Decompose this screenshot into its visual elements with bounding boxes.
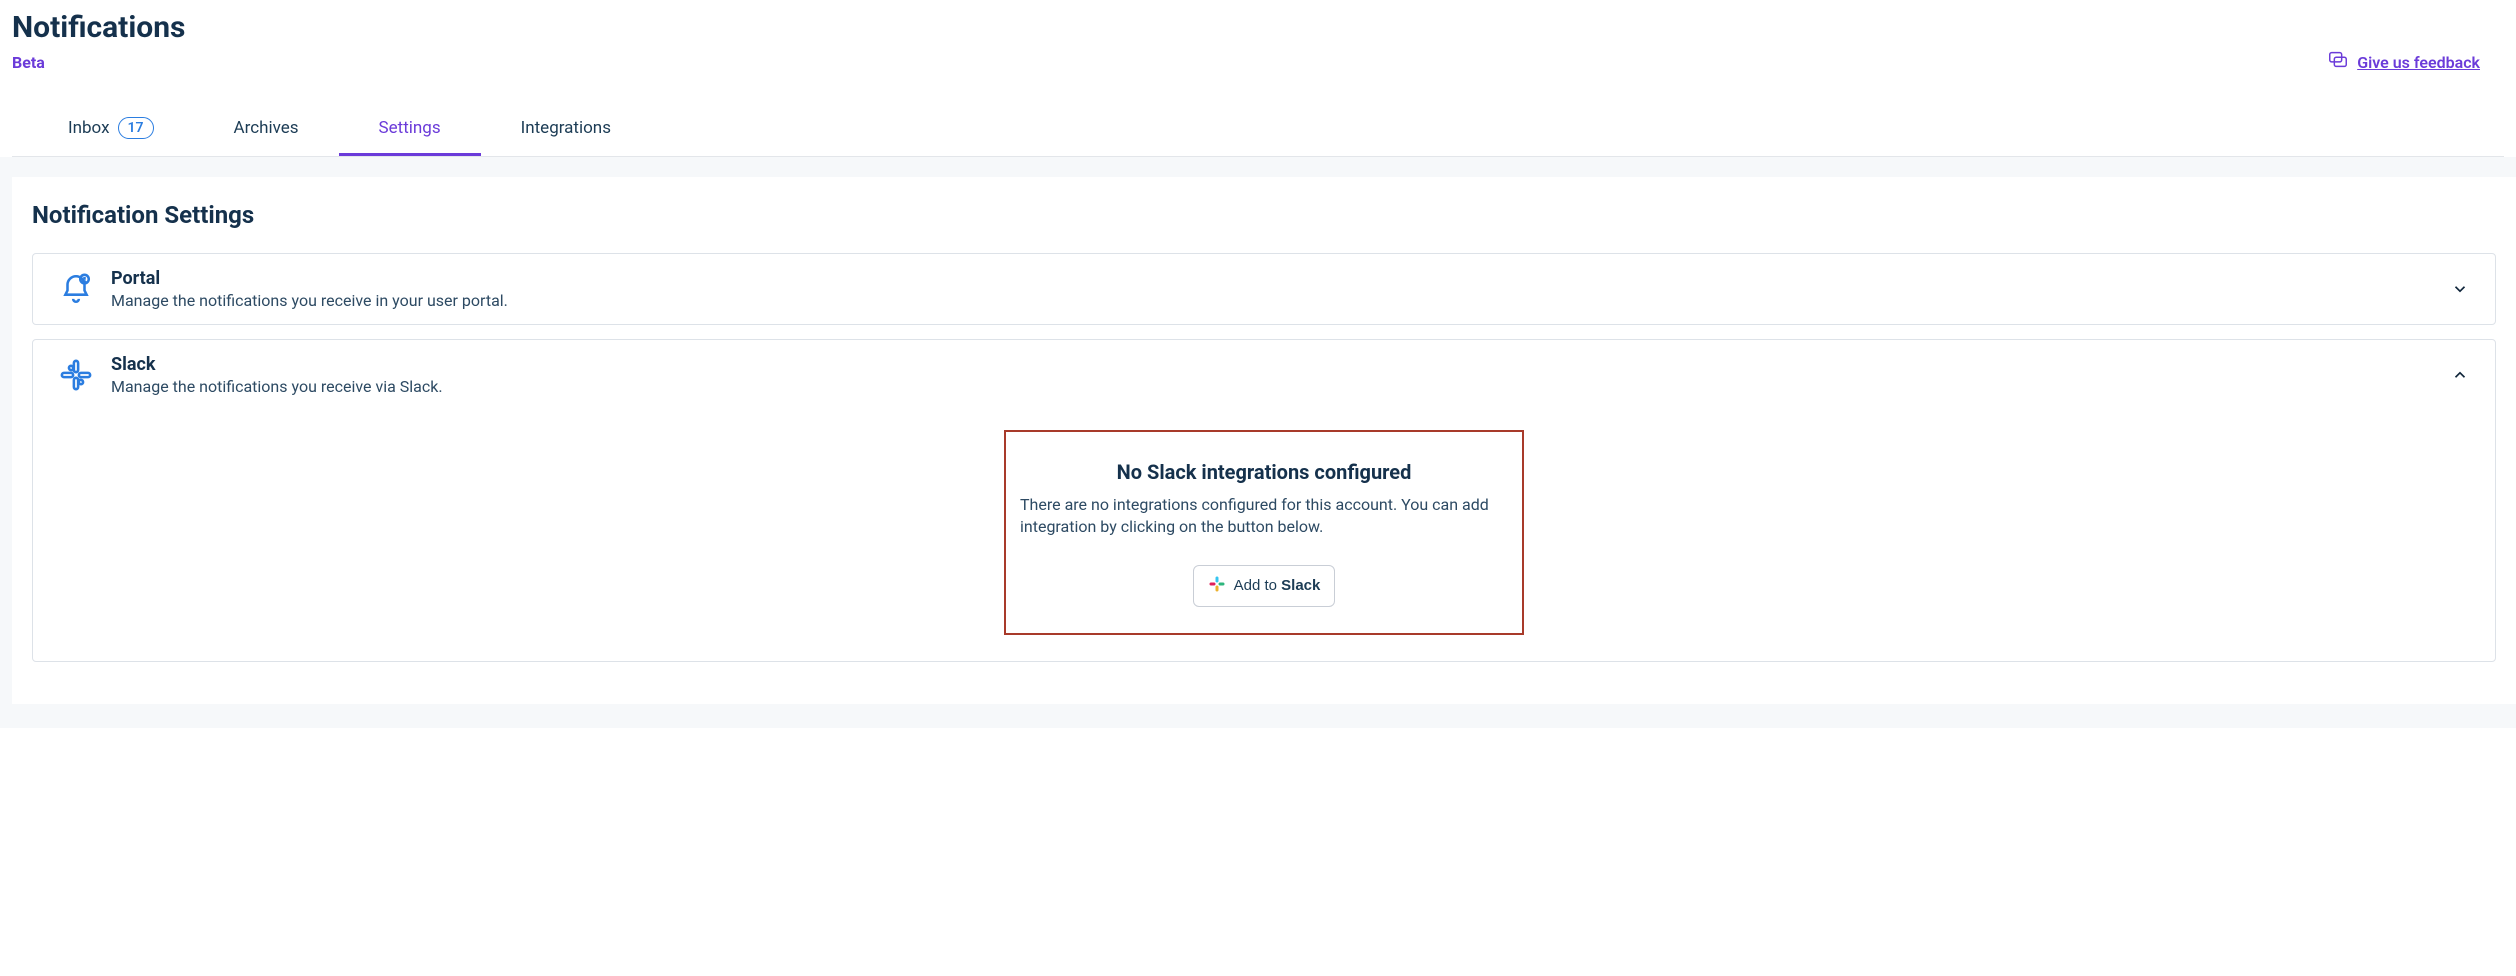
slack-body: No Slack integrations configured There a…	[33, 410, 2495, 661]
portal-card-header[interactable]: Portal Manage the notifications you rece…	[33, 254, 2495, 324]
portal-desc: Manage the notifications you receive in …	[111, 291, 2433, 310]
portal-card: Portal Manage the notifications you rece…	[32, 253, 2496, 325]
portal-title: Portal	[111, 268, 2433, 289]
chevron-up-icon	[2451, 366, 2469, 384]
slack-desc: Manage the notifications you receive via…	[111, 377, 2433, 396]
slack-title: Slack	[111, 354, 2433, 375]
settings-panel: Notification Settings Portal Manage the …	[12, 177, 2516, 704]
section-title: Notification Settings	[32, 201, 2496, 229]
add-to-slack-button[interactable]: Add to Slack	[1193, 565, 1336, 607]
slack-card-text: Slack Manage the notifications you recei…	[111, 354, 2433, 396]
slack-empty-state: No Slack integrations configured There a…	[1004, 430, 1524, 635]
feedback-icon	[2327, 49, 2349, 75]
slack-empty-title: No Slack integrations configured	[1020, 460, 1508, 484]
give-feedback-link[interactable]: Give us feedback	[2327, 49, 2480, 75]
tab-archives-label: Archives	[234, 118, 299, 138]
bell-icon	[59, 272, 93, 306]
slack-card: Slack Manage the notifications you recei…	[32, 339, 2496, 662]
add-to-slack-label: Add to Slack	[1234, 577, 1321, 594]
tab-inbox[interactable]: Inbox 17	[28, 103, 194, 156]
tab-settings-label: Settings	[379, 118, 441, 138]
slack-card-header[interactable]: Slack Manage the notifications you recei…	[33, 340, 2495, 410]
subheader-row: Beta Give us feedback	[12, 49, 2504, 75]
tab-settings[interactable]: Settings	[339, 103, 481, 156]
page-header: Notifications Beta Give us feedback Inbo…	[0, 0, 2516, 157]
page-title: Notifications	[12, 10, 2504, 45]
slack-icon	[59, 358, 93, 392]
slack-empty-desc: There are no integrations configured for…	[1020, 494, 1508, 539]
portal-card-text: Portal Manage the notifications you rece…	[111, 268, 2433, 310]
tab-archives[interactable]: Archives	[194, 103, 339, 156]
beta-badge: Beta	[12, 53, 45, 72]
chevron-down-icon	[2451, 280, 2469, 298]
tab-integrations-label: Integrations	[521, 118, 611, 138]
tab-inbox-label: Inbox	[68, 118, 110, 138]
tab-integrations[interactable]: Integrations	[481, 103, 651, 156]
tabs: Inbox 17 Archives Settings Integrations	[12, 103, 2504, 157]
inbox-count-badge: 17	[118, 117, 154, 139]
content-area: Notification Settings Portal Manage the …	[0, 157, 2516, 728]
feedback-label: Give us feedback	[2357, 53, 2480, 72]
slack-logo-icon	[1208, 575, 1226, 597]
